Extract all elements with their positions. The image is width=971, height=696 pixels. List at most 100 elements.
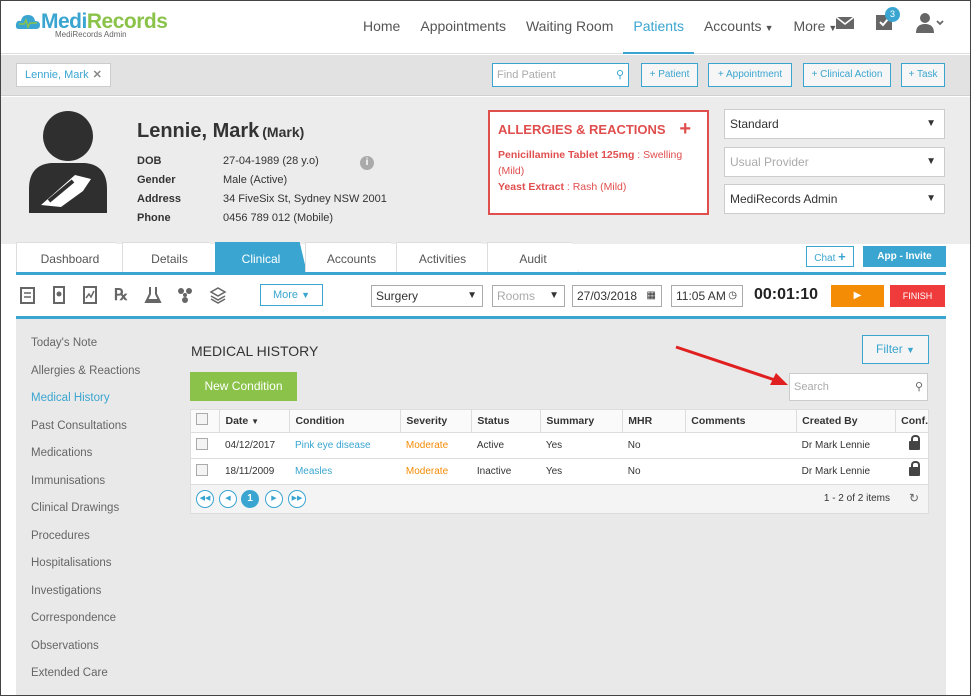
patient-name: Lennie, Mark (Mark) bbox=[137, 120, 305, 142]
finish-button[interactable]: FINISH bbox=[890, 285, 945, 307]
sidenav-item-clinical-drawings[interactable]: Clinical Drawings bbox=[31, 502, 140, 530]
calendar-icon[interactable]: ▦ bbox=[647, 286, 656, 306]
red-arrow-annotation bbox=[675, 345, 788, 385]
col-date[interactable]: Date ▼ bbox=[219, 410, 291, 433]
tab-audit[interactable]: Audit bbox=[487, 242, 579, 273]
lock-icon[interactable] bbox=[908, 435, 920, 450]
rx-icon[interactable]: ℞ bbox=[112, 285, 130, 305]
tab-activities[interactable]: Activities bbox=[396, 242, 489, 273]
table-row[interactable]: 04/12/2017 Pink eye disease Moderate Act… bbox=[191, 432, 928, 459]
sidenav-item-extended-care[interactable]: Extended Care bbox=[31, 667, 140, 695]
sidenav-item-allergies[interactable]: Allergies & Reactions bbox=[31, 365, 140, 393]
close-icon[interactable]: ✕ bbox=[93, 69, 102, 81]
phone-row: Phone 0456 789 012 (Mobile) bbox=[137, 212, 334, 224]
col-mhr[interactable]: MHR bbox=[622, 410, 687, 433]
tab-accounts[interactable]: Accounts bbox=[305, 242, 398, 273]
prev-page-button[interactable]: ◀ bbox=[219, 489, 237, 508]
lab-icon[interactable] bbox=[144, 285, 162, 305]
page-button-current[interactable]: 1 bbox=[241, 489, 259, 508]
patient-avatar bbox=[29, 111, 107, 213]
mail-icon[interactable] bbox=[835, 15, 855, 31]
address-row: Address 34 FiveSix St, Sydney NSW 2001 bbox=[137, 193, 387, 205]
nav-patients[interactable]: Patients bbox=[623, 1, 694, 54]
chevron-down-icon: ▼ bbox=[467, 290, 477, 301]
find-patient-input[interactable]: Find Patient ⚲ bbox=[492, 63, 629, 87]
col-comments[interactable]: Comments bbox=[685, 410, 798, 433]
col-created-by[interactable]: Created By bbox=[796, 410, 897, 433]
select-all-checkbox[interactable] bbox=[196, 413, 208, 426]
col-summary[interactable]: Summary bbox=[540, 410, 624, 433]
add-task-button[interactable]: + Task bbox=[901, 63, 945, 87]
sidenav-item-medical-history[interactable]: Medical History bbox=[31, 392, 140, 420]
allergies-panel: ALLERGIES & REACTIONS + Penicillamine Tab… bbox=[488, 110, 709, 215]
add-appointment-button[interactable]: + Appointment bbox=[708, 63, 792, 87]
section-title: MEDICAL HISTORY bbox=[191, 343, 319, 359]
sidenav-item-medications[interactable]: Medications bbox=[31, 447, 140, 475]
sidenav-item-immunisations[interactable]: Immunisations bbox=[31, 475, 140, 503]
add-clinical-action-button[interactable]: + Clinical Action bbox=[803, 63, 891, 87]
rooms-select[interactable]: Rooms ▼ bbox=[492, 285, 565, 307]
time-input[interactable]: 11:05 AM ◷ bbox=[671, 285, 743, 307]
stack-icon[interactable] bbox=[209, 285, 227, 305]
col-conf[interactable]: Conf. bbox=[895, 410, 928, 433]
chevron-down-icon: ▼ bbox=[926, 193, 936, 204]
sidenav-item-hospitalisations[interactable]: Hospitalisations bbox=[31, 557, 140, 585]
nav-appointments[interactable]: Appointments bbox=[410, 1, 516, 54]
radiation-icon[interactable] bbox=[176, 285, 194, 305]
sidenav-item-procedures[interactable]: Procedures bbox=[31, 530, 140, 558]
date-input[interactable]: 27/03/2018 ▦ bbox=[572, 285, 662, 307]
info-icon[interactable]: i bbox=[360, 156, 374, 170]
usual-provider-select[interactable]: Usual Provider ▼ bbox=[724, 147, 945, 177]
nav-home[interactable]: Home bbox=[353, 1, 410, 54]
col-severity[interactable]: Severity bbox=[400, 410, 473, 433]
sidenav-item-investigations[interactable]: Investigations bbox=[31, 585, 140, 613]
history-search-input[interactable]: Search ⚲ bbox=[789, 373, 928, 401]
sidenav-item-past-consultations[interactable]: Past Consultations bbox=[31, 420, 140, 448]
location-select[interactable]: Surgery ▼ bbox=[371, 285, 483, 307]
tasks-button[interactable]: 3 bbox=[875, 7, 900, 34]
nav-waiting-room[interactable]: Waiting Room bbox=[516, 1, 623, 54]
chevron-down-icon: ▼ bbox=[926, 118, 936, 129]
sidenav-item-observations[interactable]: Observations bbox=[31, 640, 140, 668]
tab-dashboard[interactable]: Dashboard bbox=[16, 242, 124, 273]
nav-accounts[interactable]: Accounts ▼ bbox=[694, 1, 784, 54]
add-allergy-icon[interactable]: + bbox=[679, 118, 691, 141]
chat-button[interactable]: Chat + bbox=[806, 246, 854, 267]
script-icon[interactable] bbox=[50, 285, 68, 305]
new-condition-button[interactable]: New Condition bbox=[190, 372, 297, 401]
add-patient-button[interactable]: + Patient bbox=[641, 63, 698, 87]
search-icon: ⚲ bbox=[615, 69, 624, 81]
brand-subtitle: MediRecords Admin bbox=[55, 30, 127, 39]
row-checkbox[interactable] bbox=[196, 463, 208, 476]
row-checkbox[interactable] bbox=[196, 437, 208, 450]
play-button[interactable]: ▶ bbox=[831, 285, 884, 307]
lock-icon[interactable] bbox=[908, 461, 920, 476]
clock-icon[interactable]: ◷ bbox=[728, 286, 737, 306]
user-icon[interactable] bbox=[915, 12, 945, 34]
last-page-button[interactable]: ▶▶ bbox=[288, 489, 306, 508]
col-status[interactable]: Status bbox=[471, 410, 542, 433]
condition-link[interactable]: Pink eye disease bbox=[295, 440, 371, 451]
col-condition[interactable]: Condition bbox=[289, 410, 402, 433]
logo[interactable]: MediRecords MediRecords Admin bbox=[15, 11, 168, 39]
clinical-content: Today's Note Allergies & Reactions Medic… bbox=[16, 316, 946, 695]
tab-details[interactable]: Details bbox=[122, 242, 217, 273]
tab-clinical[interactable]: Clinical bbox=[215, 242, 307, 273]
first-page-button[interactable]: ◀◀ bbox=[196, 489, 214, 508]
user-select[interactable]: MediRecords Admin ▼ bbox=[724, 184, 945, 214]
sidenav-item-correspondence[interactable]: Correspondence bbox=[31, 612, 140, 640]
appointment-type-select[interactable]: Standard ▼ bbox=[724, 109, 945, 139]
sidenav-item-todays-note[interactable]: Today's Note bbox=[31, 337, 140, 365]
open-patient-tab[interactable]: Lennie, Mark ✕ bbox=[16, 63, 111, 87]
app-invite-button[interactable]: App - Invite bbox=[863, 246, 946, 267]
refresh-icon[interactable]: ↻ bbox=[909, 491, 919, 505]
condition-link[interactable]: Measles bbox=[295, 466, 332, 477]
next-page-button[interactable]: ▶ bbox=[265, 489, 283, 508]
chart-icon[interactable] bbox=[81, 285, 99, 305]
table-row[interactable]: 18/11/2009 Measles Moderate Inactive Yes… bbox=[191, 458, 928, 485]
note-icon[interactable] bbox=[19, 285, 37, 305]
more-tools-button[interactable]: More ▼ bbox=[260, 284, 323, 306]
chevron-down-icon: ▼ bbox=[549, 290, 559, 301]
consult-timer: 00:01:10 bbox=[754, 286, 819, 303]
filter-button[interactable]: Filter ▼ bbox=[862, 335, 929, 364]
